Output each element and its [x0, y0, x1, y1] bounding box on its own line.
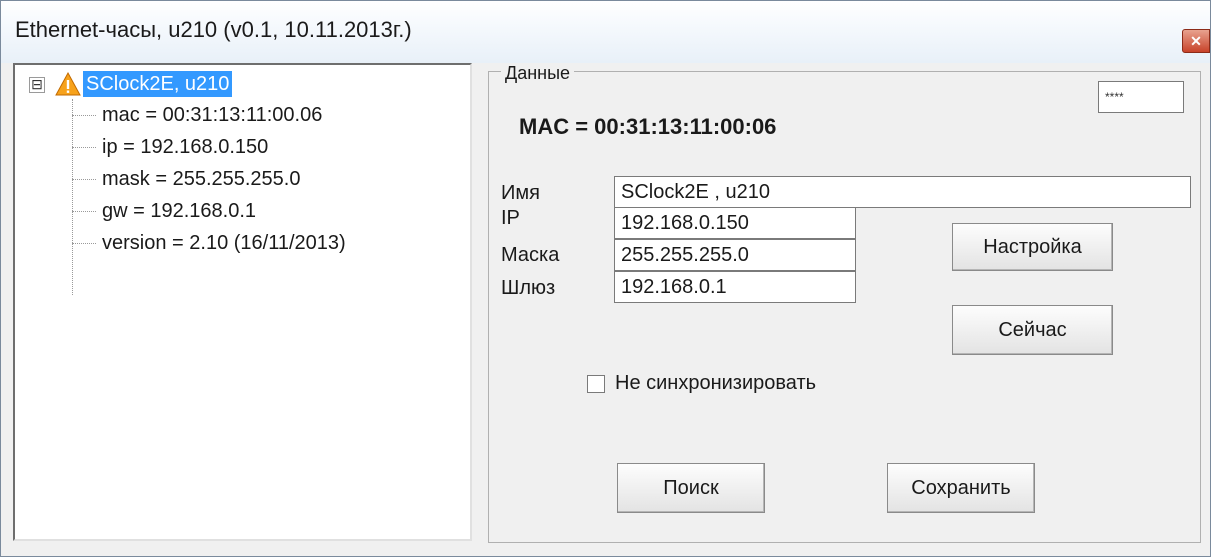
- gateway-field[interactable]: [614, 271, 856, 303]
- tree-item-mac[interactable]: mac = 00:31:13:11:00.06: [72, 101, 322, 129]
- title-bar[interactable]: Ethernet-часы, u210 (v0.1, 10.11.2013г.)…: [1, 1, 1210, 63]
- tree-item-ip[interactable]: ip = 192.168.0.150: [72, 133, 268, 161]
- warning-icon: [55, 71, 81, 96]
- tree-item-label: mask = 255.255.255.0: [102, 168, 301, 190]
- gateway-label: Шлюз: [501, 277, 556, 299]
- tree-item-version[interactable]: version = 2.10 (16/11/2013): [72, 229, 346, 257]
- name-field[interactable]: [614, 176, 1191, 208]
- close-icon: ✕: [1190, 33, 1202, 49]
- no-sync-checkbox[interactable]: [587, 375, 605, 393]
- tree-root-node[interactable]: SClock2E, u210: [83, 71, 233, 97]
- no-sync-label: Не синхронизировать: [615, 372, 817, 394]
- ip-label: IP: [501, 207, 520, 229]
- password-field[interactable]: [1098, 81, 1184, 113]
- ip-field[interactable]: [614, 207, 856, 239]
- search-button[interactable]: Поиск: [617, 463, 765, 513]
- now-button[interactable]: Сейчас: [952, 305, 1113, 355]
- tree-item-mask[interactable]: mask = 255.255.255.0: [72, 165, 300, 193]
- tree-item-label: gw = 192.168.0.1: [102, 200, 257, 222]
- groupbox-label: Данные: [501, 63, 575, 84]
- tree-item-gw[interactable]: gw = 192.168.0.1: [72, 197, 256, 225]
- tree-item-label: mac = 00:31:13:11:00.06: [102, 104, 323, 126]
- main-window: Ethernet-часы, u210 (v0.1, 10.11.2013г.)…: [0, 0, 1211, 557]
- tree-item-label: ip = 192.168.0.150: [102, 136, 269, 158]
- window-title: Ethernet-часы, u210 (v0.1, 10.11.2013г.): [15, 17, 412, 42]
- name-label: Имя: [501, 182, 540, 204]
- settings-button[interactable]: Настройка: [952, 223, 1113, 271]
- mask-label: Маска: [501, 244, 560, 266]
- mask-field[interactable]: [614, 239, 856, 271]
- close-button[interactable]: ✕: [1182, 29, 1210, 53]
- mac-address-label: MAC = 00:31:13:11:00:06: [519, 114, 777, 139]
- save-button[interactable]: Сохранить: [887, 463, 1035, 513]
- tree-collapse-icon[interactable]: ⊟: [29, 77, 45, 93]
- tree-item-label: version = 2.10 (16/11/2013): [102, 232, 346, 254]
- device-tree[interactable]: ⊟ SClock2E, u210 mac = 00:31:13:11:00.06…: [13, 63, 472, 541]
